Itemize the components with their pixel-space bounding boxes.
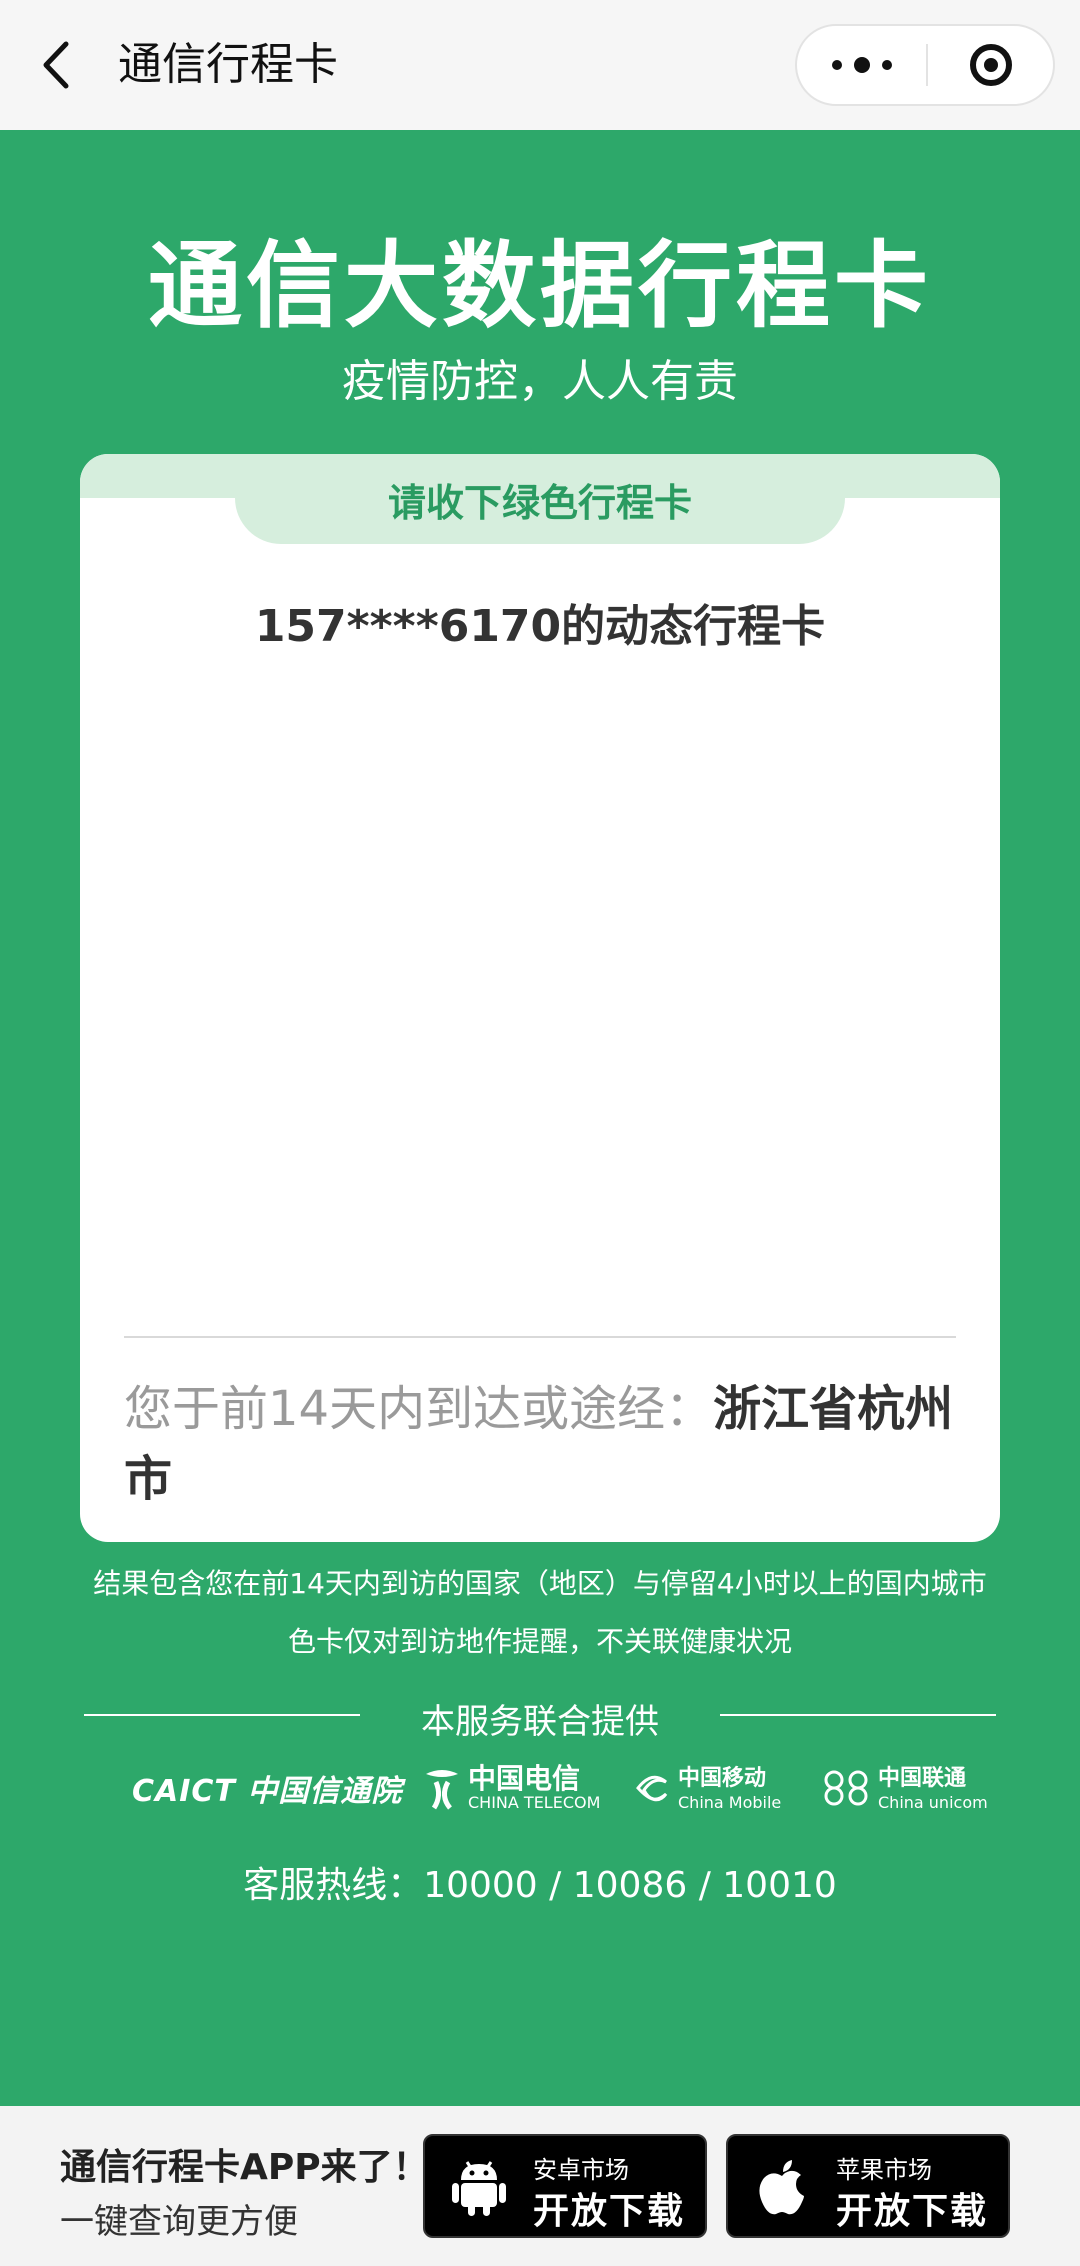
china-mobile-logo: 中国移动 China Mobile [632,1758,781,1818]
page-title: 通信大数据行程卡 [147,232,932,341]
divider-right [720,1714,996,1716]
visit-prefix: 您于前14天内到达或途经： [124,1381,714,1437]
china-unicom-name: 中国联通 [878,1766,967,1791]
android-icon [452,2161,506,2216]
china-mobile-name: 中国移动 [678,1766,767,1791]
customer-hotline: 客服热线：10000 / 10086 / 10010 [243,1865,837,1906]
china-mobile-icon [636,1775,668,1802]
card-divider [124,1336,956,1338]
phone-itinerary-line: 157****6170的动态行程卡 [254,601,826,652]
promo-title: 通信行程卡APP来了！ [60,2147,429,2188]
more-icon-dot [881,60,892,70]
caict-logo-text: CAICT 中国信通院 [132,1774,403,1809]
note-line-2: 色卡仅对到访地作提醒，不关联健康状况 [287,1625,792,1658]
more-options-button[interactable] [797,26,926,104]
nav-title: 通信行程卡 [118,39,338,90]
china-unicom-sub: China unicom [878,1793,988,1812]
apple-icon [759,2160,804,2215]
android-store-label: 安卓市场 [533,2156,629,2184]
android-download-label: 开放下载 [533,2191,686,2232]
back-icon[interactable] [38,38,78,92]
providers-label: 本服务联合提供 [421,1702,659,1742]
china-telecom-sub: CHINA TELECOM [468,1793,601,1812]
close-mini-program-button[interactable] [928,26,1053,104]
china-mobile-sub: China Mobile [678,1793,782,1812]
green-card-tab: 请收下绿色行程卡 [205,454,875,544]
provider-logos: CAICT 中国信通院 中国电信 CHINA TELECOM 中国移动 Chin… [0,1758,1080,1818]
target-close-icon [969,44,1012,86]
apple-download-label: 开放下载 [836,2191,989,2232]
china-telecom-icon [426,1770,458,1810]
caict-logo: CAICT 中国信通院 [132,1758,402,1818]
visit-info: 您于前14天内到达或途经：浙江省杭州市 [124,1374,964,1514]
android-download-button[interactable]: 安卓市场 开放下载 [423,2134,707,2238]
promo-subtitle: 一键查询更方便 [60,2202,298,2242]
green-card-indicator-area [200,694,880,1254]
providers-header: 本服务联合提供 [0,1690,1080,1742]
apple-download-button[interactable]: 苹果市场 开放下载 [726,2134,1010,2238]
more-icon-center-dot [853,57,870,73]
more-icon [831,60,842,70]
china-unicom-logo: 中国联通 China unicom [818,1758,988,1818]
itinerary-card: 请收下绿色行程卡 157****6170的动态行程卡 您于前14天内到达或途经：… [80,454,1000,1542]
china-telecom-name: 中国电信 [468,1762,581,1795]
mini-program-capsule [795,24,1055,106]
china-telecom-logo: 中国电信 CHINA TELECOM [422,1758,600,1818]
apple-store-label: 苹果市场 [836,2156,932,2184]
china-unicom-icon [824,1770,868,1806]
note-line-1: 结果包含您在前14天内到访的国家（地区）与停留4小时以上的国内城市 [93,1567,987,1600]
page-subtitle: 疫情防控，人人有责 [342,356,738,407]
app-download-bar: 通信行程卡APP来了！ 一键查询更方便 安卓市场 开放下载 苹果市场 开放下载 [0,2106,1080,2266]
top-navigation-bar: 通信行程卡 [0,0,1080,130]
